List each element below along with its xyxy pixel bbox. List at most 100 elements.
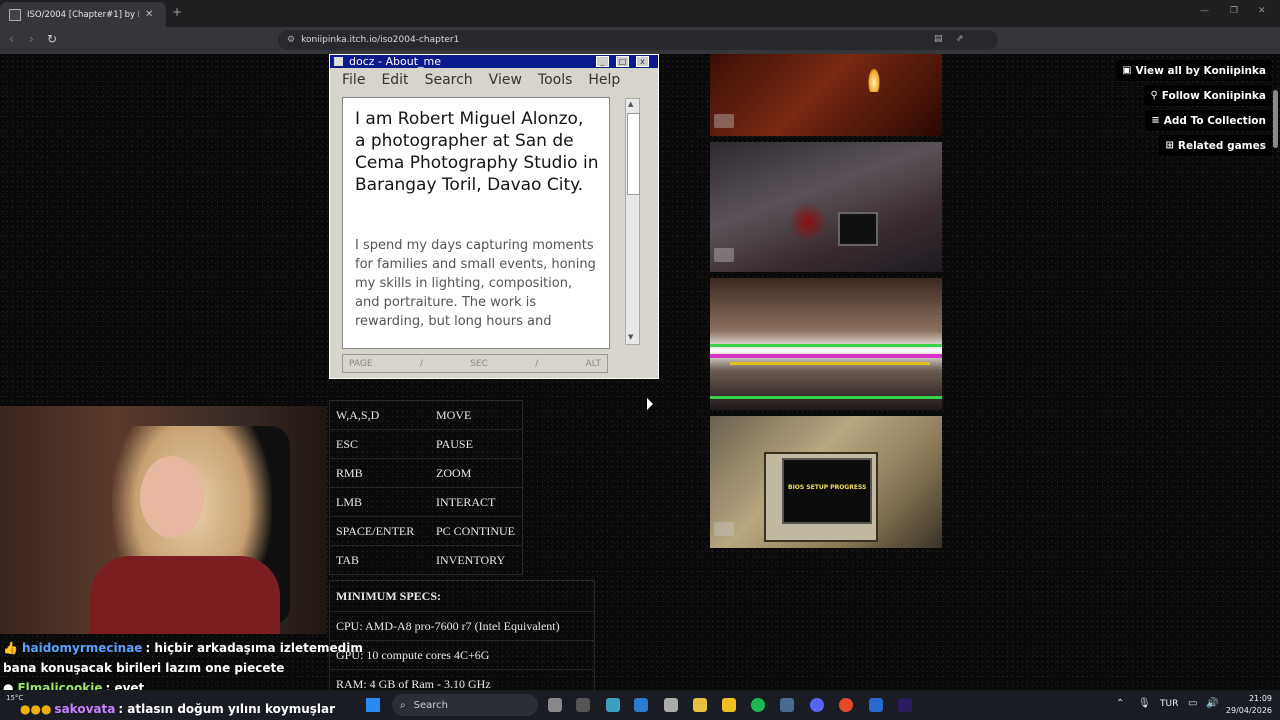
control-action: ZOOM	[436, 465, 472, 480]
display-icon[interactable]: ▭	[1188, 698, 1197, 709]
control-action: PAUSE	[436, 436, 473, 451]
control-key: LMB	[336, 494, 363, 509]
vscode-icon[interactable]	[634, 698, 648, 712]
screenshot-glitch[interactable]	[710, 278, 942, 410]
terminal-icon[interactable]	[576, 698, 590, 712]
document-scrollbar[interactable]: ▲ ▼	[625, 98, 640, 345]
microphone-icon[interactable]: 🎙	[1138, 698, 1151, 709]
tab-title: ISO/2004 [Chapter#1] by Konii	[27, 9, 139, 20]
photoshop-icon[interactable]	[869, 698, 883, 712]
browser-tab-bar: ISO/2004 [Chapter#1] by Konii ✕ + — ❐ ✕	[0, 0, 1280, 27]
control-action: PC CONTINUE	[436, 523, 516, 538]
maximize-icon[interactable]: ❐	[1230, 6, 1238, 16]
control-row: TAB INVENTORY	[330, 545, 522, 574]
minimize-icon[interactable]: —	[1200, 6, 1209, 16]
add-to-collection-button[interactable]: ≡ Add To Collection	[1145, 110, 1272, 131]
glitch-line	[710, 344, 942, 347]
close-window-icon[interactable]: ✕	[1258, 6, 1266, 16]
menu-view[interactable]: View	[489, 72, 522, 88]
menu-search[interactable]: Search	[425, 72, 473, 88]
control-action: INVENTORY	[436, 552, 506, 567]
follow-button[interactable]: ⚲ Follow Koniipinka	[1144, 85, 1272, 106]
task-view-icon[interactable]	[548, 698, 562, 712]
chat-text: : hiçbir arkadaşıma izletemedim	[145, 641, 363, 655]
share-icon[interactable]: ⇗	[956, 34, 964, 44]
menu-file[interactable]: File	[342, 72, 365, 88]
retro-maximize-button[interactable]: □	[616, 56, 629, 67]
document-text-area[interactable]: I am Robert Miguel Alonzo, a photographe…	[342, 97, 610, 349]
tray-chevron-icon[interactable]: ⌃	[1116, 698, 1124, 709]
clock-date: 29/04/2026	[1225, 706, 1272, 715]
app-icon[interactable]	[664, 698, 678, 712]
status-page: PAGE	[349, 358, 373, 369]
glitch-line	[710, 396, 942, 399]
scroll-down-icon[interactable]: ▼	[628, 333, 633, 341]
new-tab-icon[interactable]: +	[172, 5, 182, 19]
retro-close-button[interactable]: x	[636, 56, 649, 67]
streamer-sweater	[90, 556, 280, 634]
search-placeholder: Search	[413, 699, 448, 711]
control-key: W,A,S,D	[336, 407, 380, 422]
back-icon[interactable]: ‹	[9, 32, 14, 46]
spec-gpu: GPU: 10 compute cores 4C+6G	[330, 640, 594, 669]
tv-screen	[838, 212, 878, 246]
language-indicator[interactable]: TUR	[1160, 699, 1178, 709]
glitch-line	[710, 354, 942, 358]
specs-heading: MINIMUM SPECS:	[336, 588, 441, 603]
storefront-icon: ▣	[1122, 65, 1132, 76]
tab-close-icon[interactable]: ✕	[145, 9, 153, 20]
site-info-icon[interactable]: ⚙	[287, 35, 295, 45]
scroll-up-icon[interactable]: ▲	[628, 100, 633, 108]
controls-table: W,A,S,D MOVE ESC PAUSE RMB ZOOM LMB INTERACT…	[329, 400, 523, 575]
spotify-icon[interactable]	[751, 698, 765, 712]
forward-icon[interactable]: ›	[29, 32, 34, 46]
follow-user-icon: ⚲	[1150, 90, 1158, 101]
control-row: SPACE/ENTER PC CONTINUE	[330, 516, 522, 545]
page-scrollbar-thumb[interactable]	[1273, 90, 1278, 148]
collection-icon: ≡	[1151, 115, 1160, 126]
browser-tab[interactable]: ISO/2004 [Chapter#1] by Konii ✕	[0, 2, 166, 27]
app-icon[interactable]	[606, 698, 620, 712]
windows-start-icon[interactable]	[366, 698, 380, 712]
clock-time: 21:09	[1248, 694, 1272, 703]
menu-tools[interactable]: Tools	[538, 72, 573, 88]
screenshot-badge-icon	[714, 248, 734, 262]
steam-icon[interactable]	[780, 698, 794, 712]
candle-flame	[868, 68, 880, 92]
volume-icon[interactable]: 🔊	[1206, 698, 1218, 709]
control-key: TAB	[336, 552, 360, 567]
screenshot-bios-pc[interactable]: BIOS SETUP PROGRESS	[710, 416, 942, 548]
taskbar-search[interactable]: ⌕ Search	[392, 694, 538, 716]
clock[interactable]: 21:09 29/04/2026	[1226, 693, 1272, 717]
related-label: Related games	[1177, 139, 1266, 152]
control-action: INTERACT	[436, 494, 496, 509]
related-games-button[interactable]: ⊞ Related games	[1159, 135, 1272, 156]
browser-icon[interactable]	[839, 698, 853, 712]
file-explorer-icon[interactable]	[693, 698, 707, 712]
discord-icon[interactable]	[810, 698, 824, 712]
menu-edit[interactable]: Edit	[381, 72, 408, 88]
pc-screen	[782, 458, 872, 524]
url-field[interactable]: ⚙ koniipinka.itch.io/iso2004-chapter1 ▤ …	[278, 30, 998, 50]
reader-mode-icon[interactable]: ▤	[934, 34, 943, 44]
screenshot-tv-room[interactable]	[710, 142, 942, 272]
doc-paragraph-2: I spend my days capturing moments for fa…	[355, 238, 596, 329]
follow-label: Follow Koniipinka	[1161, 89, 1266, 102]
spec-cpu: CPU: AMD-A8 pro-7600 r7 (Intel Equivalen…	[330, 611, 594, 640]
spec-ram: RAM: 4 GB of Ram - 3.10 GHz	[330, 669, 594, 690]
chat-message: 👍 haidomyrmecinae: hiçbir arkadaşıma izle…	[0, 638, 363, 658]
screenshot-candle[interactable]	[710, 54, 942, 136]
view-all-button[interactable]: ▣ View all by Koniipinka	[1116, 60, 1272, 81]
scroll-thumb[interactable]	[627, 113, 640, 195]
menu-help[interactable]: Help	[588, 72, 620, 88]
reload-icon[interactable]: ↻	[47, 32, 57, 46]
retro-minimize-button[interactable]: _	[596, 56, 609, 67]
status-sep-2: /	[535, 358, 539, 369]
premiere-icon[interactable]	[898, 698, 912, 712]
badge-icons: ●●●	[20, 702, 52, 716]
retro-menu-bar: File Edit Search View Tools Help	[330, 68, 658, 92]
star-app-icon[interactable]	[722, 698, 736, 712]
windows-taskbar: 15°C ●●● sakovata: atlasın doğum yılını k…	[0, 690, 1280, 720]
screenshot-badge-icon	[714, 114, 734, 128]
bios-text: BIOS SETUP PROGRESS	[788, 484, 867, 491]
